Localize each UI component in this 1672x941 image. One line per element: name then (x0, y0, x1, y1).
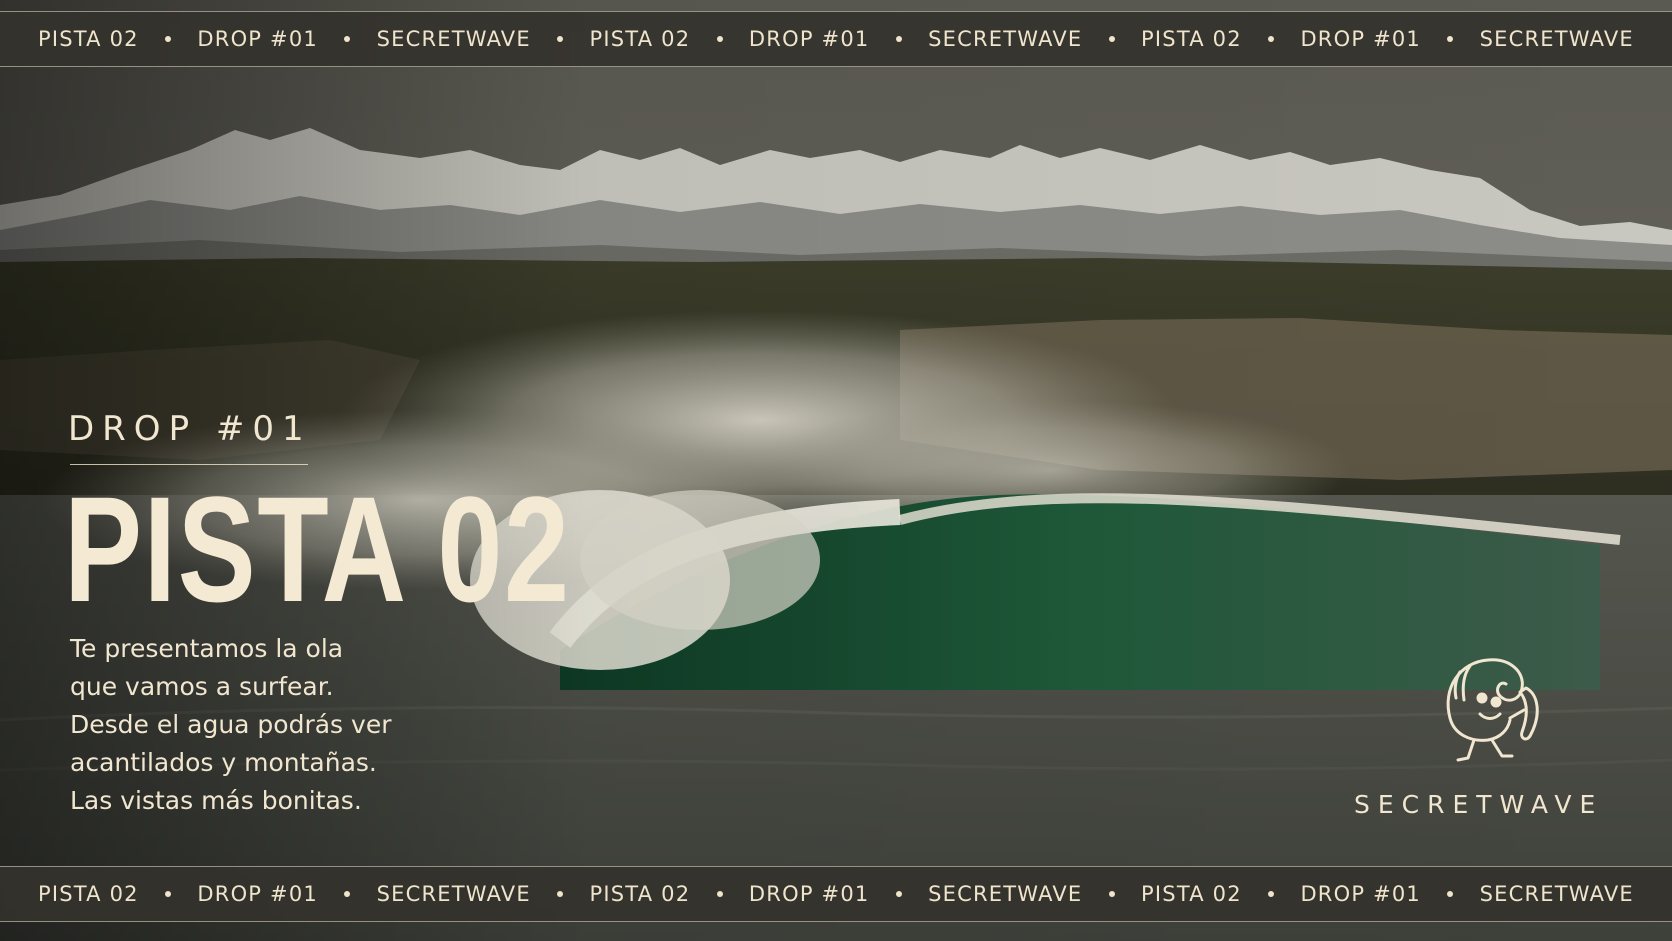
ticker-separator-dot (895, 36, 902, 42)
ticker-separator-dot (557, 891, 564, 897)
ticker-separator-dot (1447, 891, 1454, 897)
ticker-separator-dot (1108, 36, 1115, 42)
intro-line: que vamos a surfear. (70, 672, 334, 701)
ticker-item: PISTA 02 (589, 27, 691, 51)
ticker-item: PISTA 02 (38, 27, 139, 51)
ticker-separator-dot (557, 36, 564, 42)
ticker-separator-dot (1268, 36, 1275, 42)
ticker-separator-dot (716, 891, 723, 897)
ticker-item: PISTA 02 (38, 882, 139, 906)
intro-line: Desde el agua podrás ver (70, 710, 392, 739)
bottom-ticker-band: PISTA 02 DROP #01 SECRETWAVE PISTA 02 DR… (0, 866, 1672, 922)
intro-line: Te presentamos la ola (70, 634, 344, 663)
ticker-item: DROP #01 (1300, 882, 1421, 906)
ticker-item: SECRETWAVE (928, 27, 1083, 51)
brand-name: SECRETWAVE (1354, 790, 1604, 819)
ticker-item: DROP #01 (197, 882, 318, 906)
ticker-separator-dot (1108, 891, 1115, 897)
drop-eyebrow: DROP #01 (68, 409, 312, 449)
ticker-separator-dot (895, 891, 902, 897)
ticker-item: SECRETWAVE (928, 882, 1083, 906)
ticker-item: DROP #01 (197, 27, 318, 51)
ticker-separator-dot (344, 36, 351, 42)
intro-paragraph: Te presentamos la ola que vamos a surfea… (70, 630, 490, 820)
ticker-item: DROP #01 (1300, 27, 1421, 51)
intro-line: Las vistas más bonitas. (70, 786, 362, 815)
surfing-wave-mascot-icon (1430, 648, 1560, 768)
ticker-separator-dot (716, 36, 723, 42)
intro-line: acantilados y montañas. (70, 748, 377, 777)
top-ticker-band: PISTA 02 DROP #01 SECRETWAVE PISTA 02 DR… (0, 11, 1672, 67)
ticker-item: DROP #01 (748, 882, 870, 906)
page-title: PISTA 02 (64, 465, 571, 633)
ticker-item: SECRETWAVE (1479, 882, 1634, 906)
ticker-separator-dot (1447, 36, 1454, 42)
ticker-item: SECRETWAVE (1479, 27, 1634, 51)
ticker-separator-dot (344, 891, 351, 897)
ticker-item: PISTA 02 (589, 882, 691, 906)
ticker-item: DROP #01 (748, 27, 870, 51)
ticker-item: SECRETWAVE (376, 882, 531, 906)
ticker-item: PISTA 02 (1141, 27, 1242, 51)
ticker-separator-dot (165, 36, 172, 42)
ticker-item: SECRETWAVE (376, 27, 531, 51)
ticker-separator-dot (165, 891, 172, 897)
ticker-separator-dot (1268, 891, 1275, 897)
ticker-item: PISTA 02 (1141, 882, 1242, 906)
